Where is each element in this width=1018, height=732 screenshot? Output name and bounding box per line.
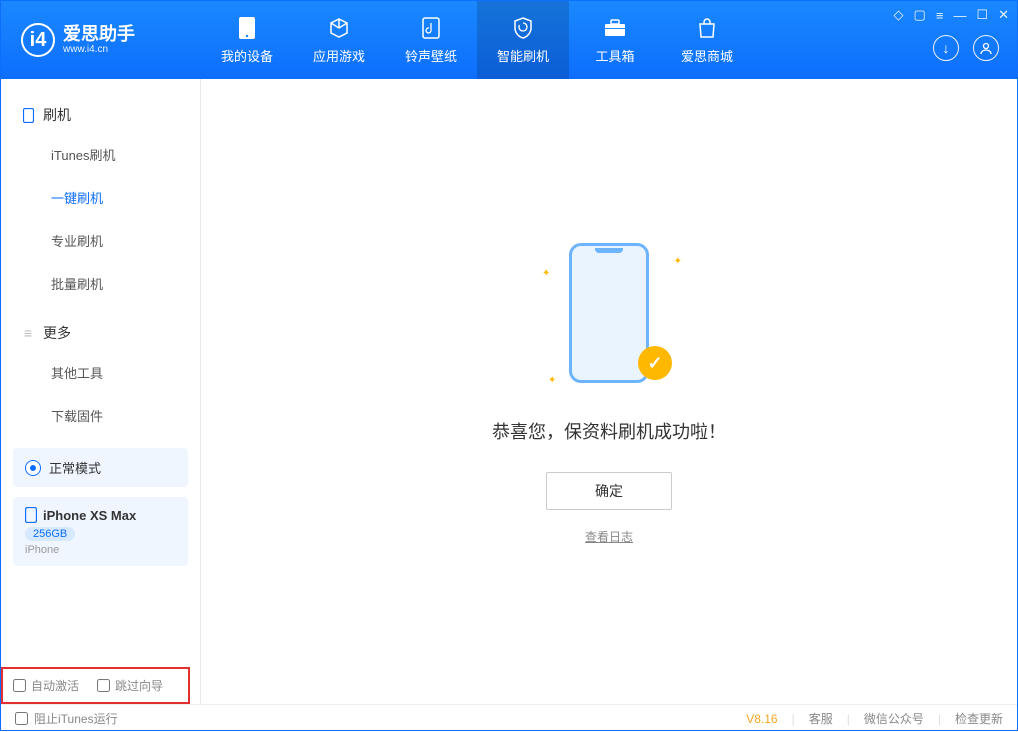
sidebar-section-more: ≡ 更多 <box>1 315 200 351</box>
toolbox-icon <box>603 16 627 40</box>
main-content: ✓ ✦ ✦ ✦ 恭喜您，保资料刷机成功啦！ 确定 查看日志 <box>201 79 1017 704</box>
sidebar-section-flash: 刷机 <box>1 97 200 133</box>
version-text: V8.16 <box>746 712 777 726</box>
sparkle-icon: ✦ <box>674 256 682 267</box>
success-message: 恭喜您，保资料刷机成功啦！ <box>492 418 726 444</box>
separator: | <box>938 712 941 726</box>
sidebar-item-oneclick-flash[interactable]: 一键刷机 <box>1 176 200 219</box>
nav-tab-label: 爱思商城 <box>681 46 733 65</box>
device-name-text: iPhone XS Max <box>43 508 136 523</box>
nav-tab-label: 智能刷机 <box>497 46 549 65</box>
footer-right: V8.16 | 客服 | 微信公众号 | 检查更新 <box>746 710 1003 727</box>
footer-link-update[interactable]: 检查更新 <box>955 710 1003 727</box>
checkbox-label: 阻止iTunes运行 <box>34 710 118 727</box>
separator: | <box>847 712 850 726</box>
close-button[interactable]: ✕ <box>998 7 1009 23</box>
device-small-icon <box>21 108 35 122</box>
logo-area: i4 爱思助手 www.i4.cn <box>1 23 201 57</box>
tshirt-icon[interactable]: ◇ <box>894 7 904 23</box>
footer-link-wechat[interactable]: 微信公众号 <box>864 710 924 727</box>
phone-icon <box>235 16 259 40</box>
list-icon: ≡ <box>21 326 35 340</box>
download-icon[interactable]: ↓ <box>933 35 959 61</box>
checkbox-auto-activate[interactable]: 自动激活 <box>13 677 79 694</box>
nav-tab-ringtones[interactable]: 铃声壁纸 <box>385 1 477 79</box>
success-illustration: ✓ ✦ ✦ ✦ <box>554 238 664 398</box>
checkbox-input[interactable] <box>13 679 26 692</box>
sidebar-item-itunes-flash[interactable]: iTunes刷机 <box>1 133 200 176</box>
device-info-box[interactable]: iPhone XS Max 256GB iPhone <box>13 497 188 566</box>
shield-icon <box>511 16 535 40</box>
sidebar-item-batch-flash[interactable]: 批量刷机 <box>1 262 200 305</box>
nav-tab-label: 应用游戏 <box>313 46 365 65</box>
status-dot-icon <box>25 460 41 476</box>
app-logo-icon: i4 <box>21 23 55 57</box>
maximize-button[interactable]: ☐ <box>976 7 988 23</box>
ok-button[interactable]: 确定 <box>546 472 672 510</box>
nav-tab-store[interactable]: 爱思商城 <box>661 1 753 79</box>
user-icon[interactable] <box>973 35 999 61</box>
nav-tab-device[interactable]: 我的设备 <box>201 1 293 79</box>
sidebar-item-other-tools[interactable]: 其他工具 <box>1 351 200 394</box>
phone-outline-icon <box>569 243 649 383</box>
footer: 阻止iTunes运行 V8.16 | 客服 | 微信公众号 | 检查更新 <box>1 704 1017 732</box>
nav-tab-toolbox[interactable]: 工具箱 <box>569 1 661 79</box>
sidebar: 刷机 iTunes刷机 一键刷机 专业刷机 批量刷机 ≡ 更多 其他工具 下载固… <box>1 79 201 704</box>
checkbox-label: 跳过向导 <box>115 677 163 694</box>
nav-tabs: 我的设备 应用游戏 铃声壁纸 智能刷机 工具箱 爱思商城 <box>201 1 753 79</box>
checkbox-input[interactable] <box>15 712 28 725</box>
options-highlight-box: 自动激活 跳过向导 <box>1 667 190 704</box>
checkbox-skip-guide[interactable]: 跳过向导 <box>97 677 163 694</box>
nav-tab-label: 铃声壁纸 <box>405 46 457 65</box>
header: i4 爱思助手 www.i4.cn 我的设备 应用游戏 铃声壁纸 智能刷机 工具… <box>1 1 1017 79</box>
note-icon[interactable]: ▢ <box>914 7 926 23</box>
app-website: www.i4.cn <box>63 44 135 55</box>
view-log-link[interactable]: 查看日志 <box>585 528 633 545</box>
checkbox-label: 自动激活 <box>31 677 79 694</box>
minimize-button[interactable]: — <box>953 8 966 23</box>
nav-tab-label: 工具箱 <box>595 46 634 65</box>
device-name-row: iPhone XS Max <box>25 507 176 523</box>
check-badge-icon: ✓ <box>638 346 672 380</box>
status-mode-text: 正常模式 <box>49 458 101 477</box>
cube-icon <box>327 16 351 40</box>
bag-icon <box>695 16 719 40</box>
nav-tab-apps[interactable]: 应用游戏 <box>293 1 385 79</box>
nav-tab-label: 我的设备 <box>221 46 273 65</box>
header-right-icons: ↓ <box>933 35 999 61</box>
section-title: 刷机 <box>43 105 71 125</box>
phone-small-icon <box>25 507 37 523</box>
menu-icon[interactable]: ≡ <box>936 8 944 23</box>
device-mode-status[interactable]: 正常模式 <box>13 448 188 487</box>
app-name: 爱思助手 <box>63 25 135 45</box>
sidebar-item-download-firmware[interactable]: 下载固件 <box>1 394 200 437</box>
footer-link-support[interactable]: 客服 <box>809 710 833 727</box>
section-title: 更多 <box>43 323 71 343</box>
sparkle-icon: ✦ <box>542 268 550 279</box>
device-type-text: iPhone <box>25 544 176 556</box>
body: 刷机 iTunes刷机 一键刷机 专业刷机 批量刷机 ≡ 更多 其他工具 下载固… <box>1 79 1017 704</box>
checkbox-block-itunes[interactable]: 阻止iTunes运行 <box>15 710 118 727</box>
device-storage-badge: 256GB <box>25 527 75 541</box>
nav-tab-flash[interactable]: 智能刷机 <box>477 1 569 79</box>
window-controls: ◇ ▢ ≡ — ☐ ✕ <box>894 7 1009 23</box>
sparkle-icon: ✦ <box>548 375 556 386</box>
sidebar-status-area: 正常模式 iPhone XS Max 256GB iPhone <box>13 448 188 566</box>
music-file-icon <box>419 16 443 40</box>
checkbox-input[interactable] <box>97 679 110 692</box>
separator: | <box>792 712 795 726</box>
sidebar-item-pro-flash[interactable]: 专业刷机 <box>1 219 200 262</box>
